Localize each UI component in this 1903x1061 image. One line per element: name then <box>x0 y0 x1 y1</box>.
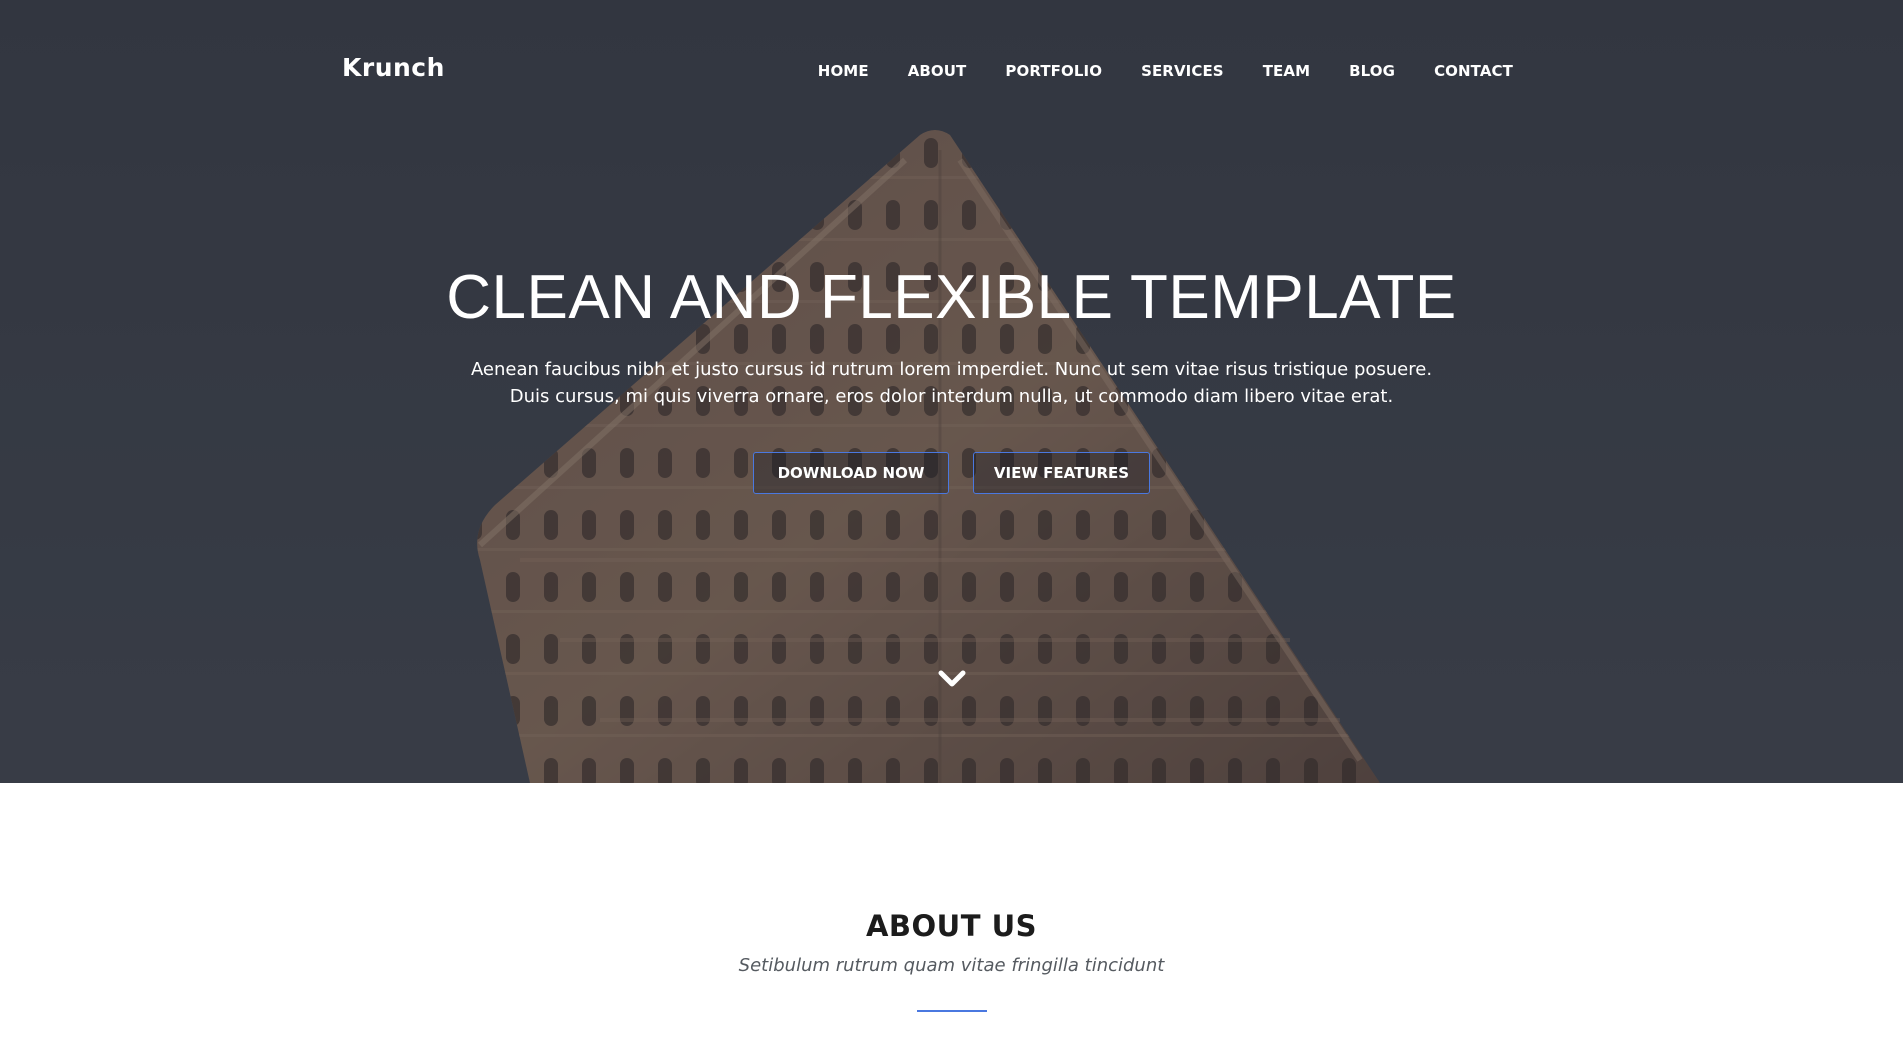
hero-description-line-2: Duis cursus, mi quis viverra ornare, ero… <box>509 386 1394 407</box>
nav-item-about: ABOUT <box>908 62 967 81</box>
nav-link-portfolio[interactable]: PORTFOLIO <box>1005 62 1102 80</box>
download-now-button[interactable]: DOWNLOAD NOW <box>753 452 949 494</box>
nav-item-services: SERVICES <box>1141 62 1224 81</box>
nav-link-team[interactable]: TEAM <box>1263 62 1310 80</box>
nav-item-team: TEAM <box>1263 62 1310 81</box>
nav-link-home[interactable]: HOME <box>818 62 869 80</box>
about-divider <box>917 1010 987 1012</box>
nav-link-services[interactable]: SERVICES <box>1141 62 1224 80</box>
nav-item-home: HOME <box>818 62 869 81</box>
top-navbar: Krunch HOME ABOUT PORTFOLIO SERVICES TEA… <box>0 0 1903 145</box>
hero-buttons: DOWNLOAD NOW VIEW FEATURES <box>0 452 1903 494</box>
nav-link-about[interactable]: ABOUT <box>908 62 967 80</box>
chevron-down-icon[interactable] <box>937 668 967 690</box>
hero-section: Krunch HOME ABOUT PORTFOLIO SERVICES TEA… <box>0 0 1903 783</box>
nav-link-contact[interactable]: CONTACT <box>1434 62 1513 80</box>
main-nav: HOME ABOUT PORTFOLIO SERVICES TEAM BLOG … <box>779 62 1513 81</box>
nav-item-blog: BLOG <box>1349 62 1395 81</box>
nav-item-portfolio: PORTFOLIO <box>1005 62 1102 81</box>
nav-item-contact: CONTACT <box>1434 62 1513 81</box>
brand-logo[interactable]: Krunch <box>342 53 445 82</box>
hero-description-line-1: Aenean faucibus nibh et justo cursus id … <box>470 359 1433 380</box>
view-features-button[interactable]: VIEW FEATURES <box>973 452 1150 494</box>
nav-link-blog[interactable]: BLOG <box>1349 62 1395 80</box>
hero-title: CLEAN AND FLEXIBLE TEMPLATE <box>446 263 1457 332</box>
hero-description: Aenean faucibus nibh et justo cursus id … <box>451 356 1452 410</box>
about-section: ABOUT US Setibulum rutrum quam vitae fri… <box>0 783 1903 1061</box>
about-subtitle: Setibulum rutrum quam vitae fringilla ti… <box>738 955 1165 976</box>
about-title: ABOUT US <box>865 909 1038 943</box>
